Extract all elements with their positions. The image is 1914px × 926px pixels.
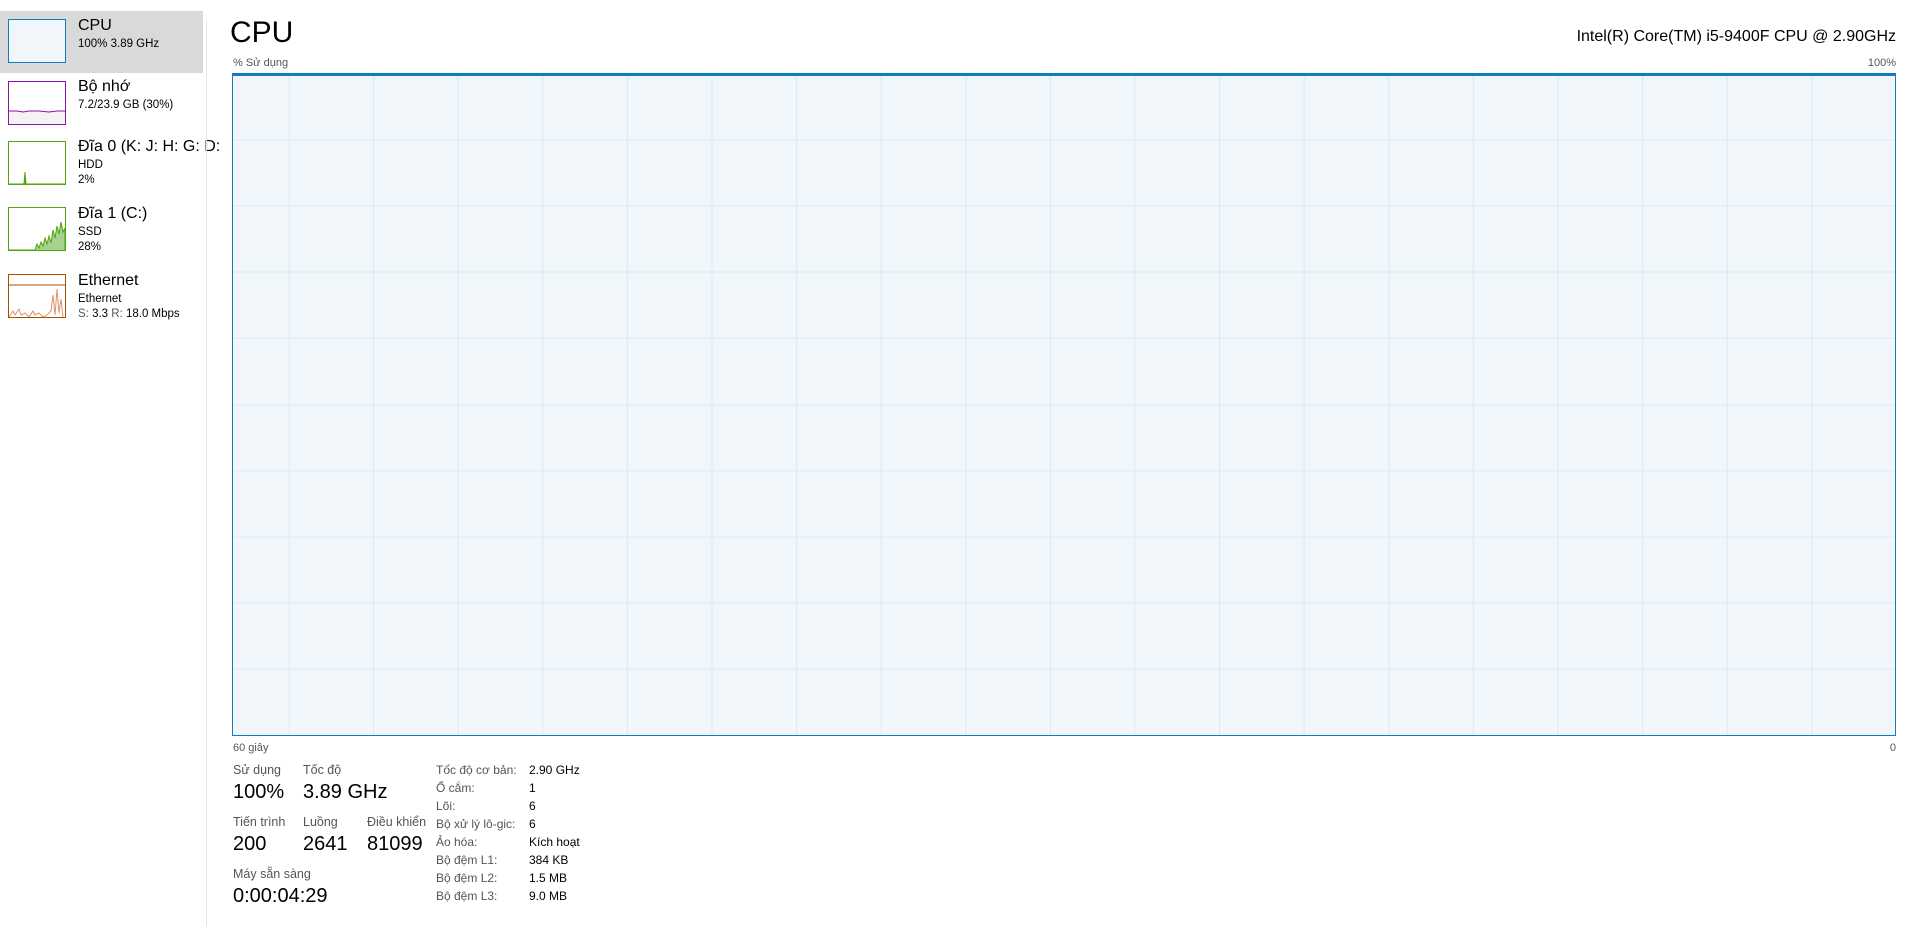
sidebar-item-ethernet[interactable]: Ethernet Ethernet S: 3.3 R: 18.0 Mbps (0, 270, 203, 332)
sidebar-item-disk-1[interactable]: Đĩa 1 (C:) SSD 28% (0, 203, 203, 265)
spec-value: 384 KB (529, 853, 569, 867)
spec-key: Lõi: (436, 799, 456, 813)
sidebar-item-subtitle: HDD (78, 159, 103, 171)
disk1-sparkline (9, 221, 65, 250)
spec-value: 1.5 MB (529, 871, 568, 885)
disk1-thumbnail (8, 207, 66, 251)
uptime-value: 0:00:04:29 (233, 885, 328, 907)
receive-label: R: (111, 308, 123, 320)
sidebar-item-title: Đĩa 1 (C:) (78, 205, 148, 222)
memory-sparkline (9, 110, 65, 124)
receive-value: 18.0 Mbps (125, 308, 180, 320)
usage-axis-label: % Sử dụng (233, 57, 289, 69)
sidebar-item-value: 28% (78, 241, 102, 253)
spec-value: 1 (529, 781, 536, 795)
speed-value: 3.89 GHz (303, 781, 388, 803)
usage-label: Sử dụng (233, 763, 281, 777)
cpu-thumbnail (8, 19, 66, 63)
sidebar-item-value: 2% (78, 174, 95, 186)
spec-key: Tốc độ cơ bản: (436, 763, 517, 777)
cpu-usage-graph (232, 73, 1896, 736)
uptime-label: Máy sẵn sàng (233, 867, 311, 881)
sidebar-item-title: Bộ nhớ (78, 78, 131, 95)
memory-thumbnail (8, 81, 66, 125)
processes-label: Tiến trình (233, 815, 286, 829)
spec-key: Ảo hóa: (436, 835, 478, 849)
handles-value: 81099 (367, 833, 423, 855)
spec-key: Bộ đệm L1: (436, 853, 498, 867)
spec-value: 9.0 MB (529, 889, 568, 903)
sidebar: CPU 100% 3.89 GHz Bộ nhớ 7.2/23.9 GB (30… (0, 0, 220, 926)
max-axis-label: 100% (1867, 57, 1896, 69)
sidebar-item-title: CPU (78, 17, 112, 34)
send-value: 3.3 (92, 308, 109, 320)
processes-value: 200 (233, 833, 267, 855)
sidebar-item-cpu[interactable]: CPU 100% 3.89 GHz (0, 11, 203, 73)
threads-label: Luồng (303, 815, 338, 829)
sidebar-divider (206, 20, 207, 926)
spec-value: 2.90 GHz (529, 763, 580, 777)
graph-grid (233, 74, 1895, 735)
usage-value: 100% (233, 781, 285, 803)
cpu-model-name: Intel(R) Core(TM) i5-9400F CPU @ 2.90GHz (1576, 28, 1896, 45)
spec-value: 6 (529, 799, 536, 813)
sidebar-item-value: S: 3.3 R: 18.0 Mbps (78, 307, 180, 322)
sidebar-item-subtitle: 100% 3.89 GHz (78, 38, 160, 50)
min-axis-label: 0 (1889, 742, 1896, 754)
disk0-thumbnail (8, 141, 66, 185)
spec-value: Kích hoạt (529, 835, 580, 849)
speed-label: Tốc độ (303, 763, 342, 777)
ethernet-sparkline (9, 284, 65, 317)
sidebar-item-subtitle: 7.2/23.9 GB (30%) (78, 99, 174, 111)
sidebar-item-title: Đĩa 0 (K: J: H: G: D: (78, 138, 221, 155)
threads-value: 2641 (303, 833, 348, 855)
sidebar-item-title: Ethernet (78, 272, 139, 289)
sidebar-item-memory[interactable]: Bộ nhớ 7.2/23.9 GB (30%) (0, 75, 203, 137)
spec-value: 6 (529, 817, 536, 831)
spec-key: Ổ cắm: (436, 781, 475, 795)
sidebar-item-subtitle: Ethernet (78, 293, 122, 305)
handles-label: Điều khiển (367, 815, 427, 829)
spec-key: Bộ đệm L3: (436, 889, 498, 903)
sidebar-item-subtitle: SSD (78, 226, 102, 238)
ethernet-thumbnail (8, 274, 66, 318)
sidebar-item-disk-0[interactable]: Đĩa 0 (K: J: H: G: D: HDD 2% (0, 136, 220, 198)
page-title: CPU (230, 16, 294, 49)
send-label: S: (78, 308, 89, 320)
spec-key: Bộ xử lý lô-gic: (436, 817, 516, 831)
disk0-sparkline (9, 171, 65, 184)
time-axis-label: 60 giây (233, 742, 269, 754)
spec-key: Bộ đệm L2: (436, 871, 498, 885)
